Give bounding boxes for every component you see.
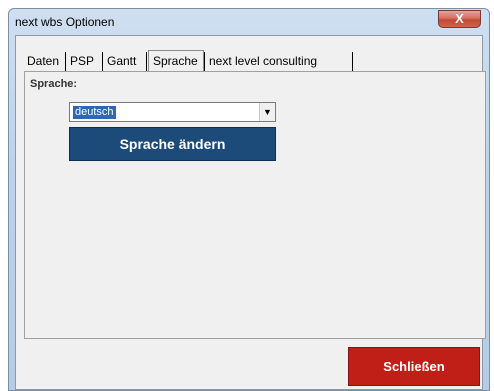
sprache-label: Sprache: bbox=[30, 78, 78, 90]
change-language-button[interactable]: Sprache ändern bbox=[69, 127, 276, 161]
dialog-content: Daten PSP Gantt Sprache next level consu… bbox=[15, 35, 486, 390]
tab-next-level-consulting[interactable]: next level consulting bbox=[204, 52, 353, 71]
window-close-button[interactable]: X bbox=[438, 10, 481, 28]
dropdown-button[interactable]: ▼ bbox=[259, 103, 275, 121]
language-selected-value: deutsch bbox=[73, 106, 116, 119]
tab-sprache[interactable]: Sprache bbox=[148, 50, 204, 71]
options-dialog: next wbs Optionen X Daten PSP Gantt Spra… bbox=[8, 8, 490, 391]
sprache-tab-page: Sprache: deutsch ▼ Sprache ändern bbox=[24, 71, 486, 339]
window-title: next wbs Optionen bbox=[15, 15, 115, 29]
language-select[interactable]: deutsch ▼ bbox=[69, 102, 276, 122]
tab-daten[interactable]: Daten bbox=[23, 52, 66, 71]
chevron-down-icon: ▼ bbox=[263, 107, 272, 117]
close-button[interactable]: Schließen bbox=[348, 347, 480, 386]
tab-gantt[interactable]: Gantt bbox=[103, 52, 147, 71]
tab-psp[interactable]: PSP bbox=[66, 52, 103, 71]
title-bar[interactable]: next wbs Optionen X bbox=[9, 9, 489, 35]
close-icon: X bbox=[455, 11, 464, 26]
